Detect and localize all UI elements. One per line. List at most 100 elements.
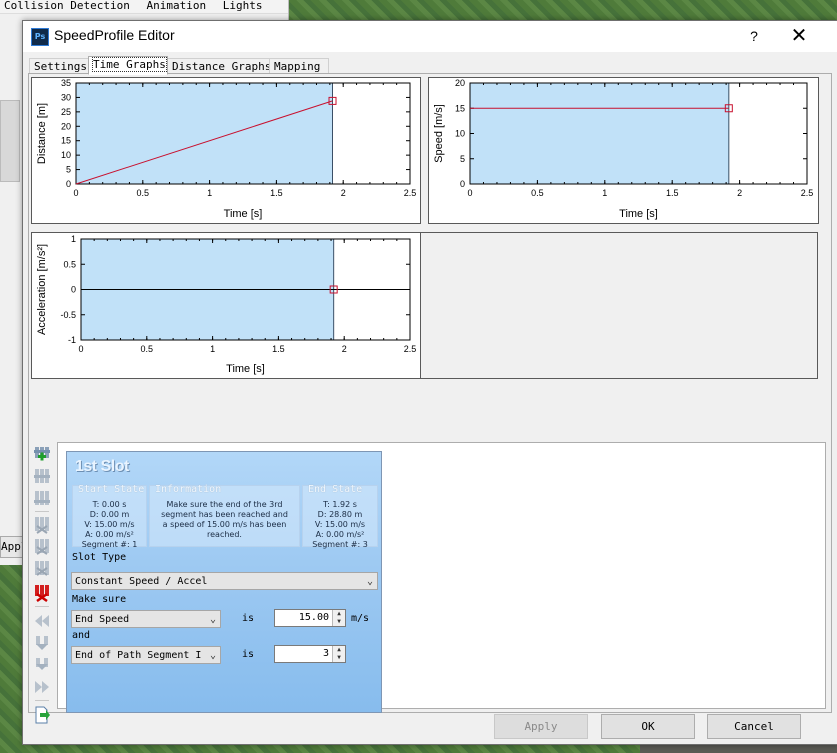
shaded-region [470, 83, 729, 184]
y-tick-label: 1 [71, 234, 76, 244]
condition2-value-stepper[interactable]: 3 ▲ ▼ [274, 645, 346, 663]
start-time: T: 0.00 s [92, 500, 127, 509]
tab-mapping[interactable]: Mapping [269, 58, 329, 74]
tab-distance-graphs-label: Distance Graphs [172, 60, 272, 73]
menu-animation[interactable]: Animation [146, 0, 206, 12]
condition1-value: End Speed [75, 614, 130, 625]
chart-svg: 0 0.5 1 1.5 2 2.5 -1 -0.5 0 0.5 1 Time [s] Accelerat… [36, 234, 416, 375]
y-tick-label: 30 [61, 92, 71, 102]
tab-settings[interactable]: Settings [29, 58, 91, 74]
x-tick-label: 0.5 [141, 344, 154, 354]
menu-lights[interactable]: Lights [223, 0, 263, 12]
x-tick-label: 0 [73, 188, 78, 198]
chart-svg: 0 0.5 1 1.5 2 2.5 0 5 10 15 20 25 30 35 Time [s] Distan… [36, 78, 416, 220]
start-state-values: T: 0.00 s D: 0.00 m V: 15.00 m/s A: 0.00… [73, 500, 146, 550]
help-button[interactable]: ? [743, 25, 765, 47]
move-slot-up-icon[interactable] [33, 634, 51, 652]
close-button[interactable]: ✕ [787, 24, 811, 48]
start-accel: A: 0.00 m/s² [85, 530, 134, 539]
start-segment: Segment #: 1 [81, 540, 138, 549]
slot-type-value: Constant Speed / Accel [75, 576, 208, 587]
start-state-box: Start State T: 0.00 s D: 0.00 m V: 15.00… [72, 484, 147, 550]
information-title: Information [155, 484, 222, 495]
acceleration-time-graph[interactable]: 0 0.5 1 1.5 2 2.5 -1 -0.5 0 0.5 1 Time [s] Accelerat… [31, 232, 421, 379]
x-tick-label: 1.5 [270, 188, 283, 198]
x-tick-label: 2 [342, 344, 347, 354]
tab-settings-label: Settings [34, 60, 87, 73]
condition1-select[interactable]: End Speed ⌄ [71, 610, 221, 628]
spin-arrows-icon[interactable]: ▲ ▼ [332, 610, 345, 626]
x-tick-label: 1.5 [272, 344, 285, 354]
end-distance: D: 28.80 m [317, 510, 363, 519]
remove-slot-after-icon[interactable] [33, 560, 51, 578]
y-tick-label: -0.5 [60, 310, 76, 320]
start-distance: D: 0.00 m [89, 510, 130, 519]
x-tick-label: 0 [467, 188, 472, 198]
add-slot-icon[interactable] [33, 446, 51, 464]
end-state-title: End State [308, 484, 363, 495]
x-axis-label: Time [s] [226, 363, 265, 375]
tab-time-graphs[interactable]: Time Graphs [88, 56, 168, 75]
end-state-values: T: 1.92 s D: 28.80 m V: 15.00 m/s A: 0.0… [303, 500, 377, 550]
x-tick-label: 0.5 [531, 188, 544, 198]
move-slot-first-icon[interactable] [33, 612, 51, 630]
slot-list-area: 1st Slot Start State T: 0.00 s D: 0.00 m… [57, 442, 826, 713]
x-tick-label: 1.5 [666, 188, 679, 198]
y-tick-label: 25 [61, 107, 71, 117]
move-slot-last-icon[interactable] [33, 678, 51, 696]
distance-time-graph[interactable]: 0 0.5 1 1.5 2 2.5 0 5 10 15 20 25 30 35 Time [s] Distan… [31, 77, 421, 224]
delete-all-slots-icon[interactable] [33, 584, 51, 602]
start-speed: V: 15.00 m/s [84, 520, 135, 529]
insert-slot-before-icon[interactable] [33, 468, 51, 486]
time-graphs-panel: 0 0.5 1 1.5 2 2.5 0 5 10 15 20 25 30 35 Time [s] Distan… [28, 73, 832, 724]
y-tick-label: 20 [455, 78, 465, 88]
toolbar-separator [35, 511, 49, 512]
end-speed: V: 15.00 m/s [314, 520, 366, 529]
remove-slot-icon[interactable] [33, 516, 51, 534]
y-tick-label: 5 [66, 165, 71, 175]
apply-button[interactable]: Apply [494, 714, 588, 739]
y-tick-label: 0.5 [63, 259, 76, 269]
spin-arrows-icon[interactable]: ▲ ▼ [332, 646, 345, 662]
y-tick-label: 35 [61, 78, 71, 88]
make-sure-label: Make sure [72, 594, 127, 605]
end-accel: A: 0.00 m/s² [315, 530, 365, 539]
y-axis-label: Speed [m/s] [433, 104, 445, 163]
y-axis-label: Acceleration [m/s²] [36, 244, 48, 335]
x-tick-label: 1 [210, 344, 215, 354]
information-text: Make sure the end of the 3rd segment has… [161, 500, 288, 539]
title-bar[interactable]: Ps SpeedProfile Editor ? ✕ [23, 21, 837, 52]
insert-slot-after-icon[interactable] [33, 490, 51, 508]
x-axis-label: Time [s] [224, 208, 263, 220]
dialog-title: SpeedProfile Editor [54, 27, 175, 43]
condition1-value-stepper[interactable]: 15.00 ▲ ▼ [274, 609, 346, 627]
chevron-down-icon: ⌄ [209, 614, 216, 625]
y-tick-label: -1 [68, 335, 76, 345]
export-profile-icon[interactable] [33, 706, 51, 724]
speed-time-graph[interactable]: 0 0.5 1 1.5 2 2.5 0 5 10 15 20 Time [s] Speed [m/s] [428, 77, 819, 224]
slot-card[interactable]: 1st Slot Start State T: 0.00 s D: 0.00 m… [66, 451, 382, 713]
tab-time-graphs-label: Time Graphs [92, 57, 167, 72]
y-tick-label: 5 [460, 154, 465, 164]
x-tick-label: 0.5 [137, 188, 150, 198]
toolbar-separator [35, 700, 49, 701]
slot-type-select[interactable]: Constant Speed / Accel ⌄ [71, 572, 378, 590]
background-menubar: Collision Detection Animation Lights [0, 0, 288, 14]
toolbar-separator [35, 606, 49, 607]
y-tick-label: 0 [71, 285, 76, 295]
condition2-value: End of Path Segment I [75, 650, 202, 661]
move-slot-down-icon[interactable] [33, 656, 51, 674]
tab-mapping-label: Mapping [274, 60, 321, 73]
condition2-select[interactable]: End of Path Segment I ⌄ [71, 646, 221, 664]
remove-slot-before-icon[interactable] [33, 538, 51, 556]
app-icon: Ps [31, 28, 49, 46]
x-tick-label: 0 [78, 344, 83, 354]
tab-distance-graphs[interactable]: Distance Graphs [167, 58, 272, 74]
x-tick-label: 1 [207, 188, 212, 198]
y-tick-label: 10 [455, 129, 465, 139]
y-axis-label: Distance [m] [36, 103, 48, 164]
menu-collision-detection[interactable]: Collision Detection [4, 0, 130, 12]
y-tick-label: 10 [61, 150, 71, 160]
cancel-button[interactable]: Cancel [707, 714, 801, 739]
ok-button[interactable]: OK [601, 714, 695, 739]
